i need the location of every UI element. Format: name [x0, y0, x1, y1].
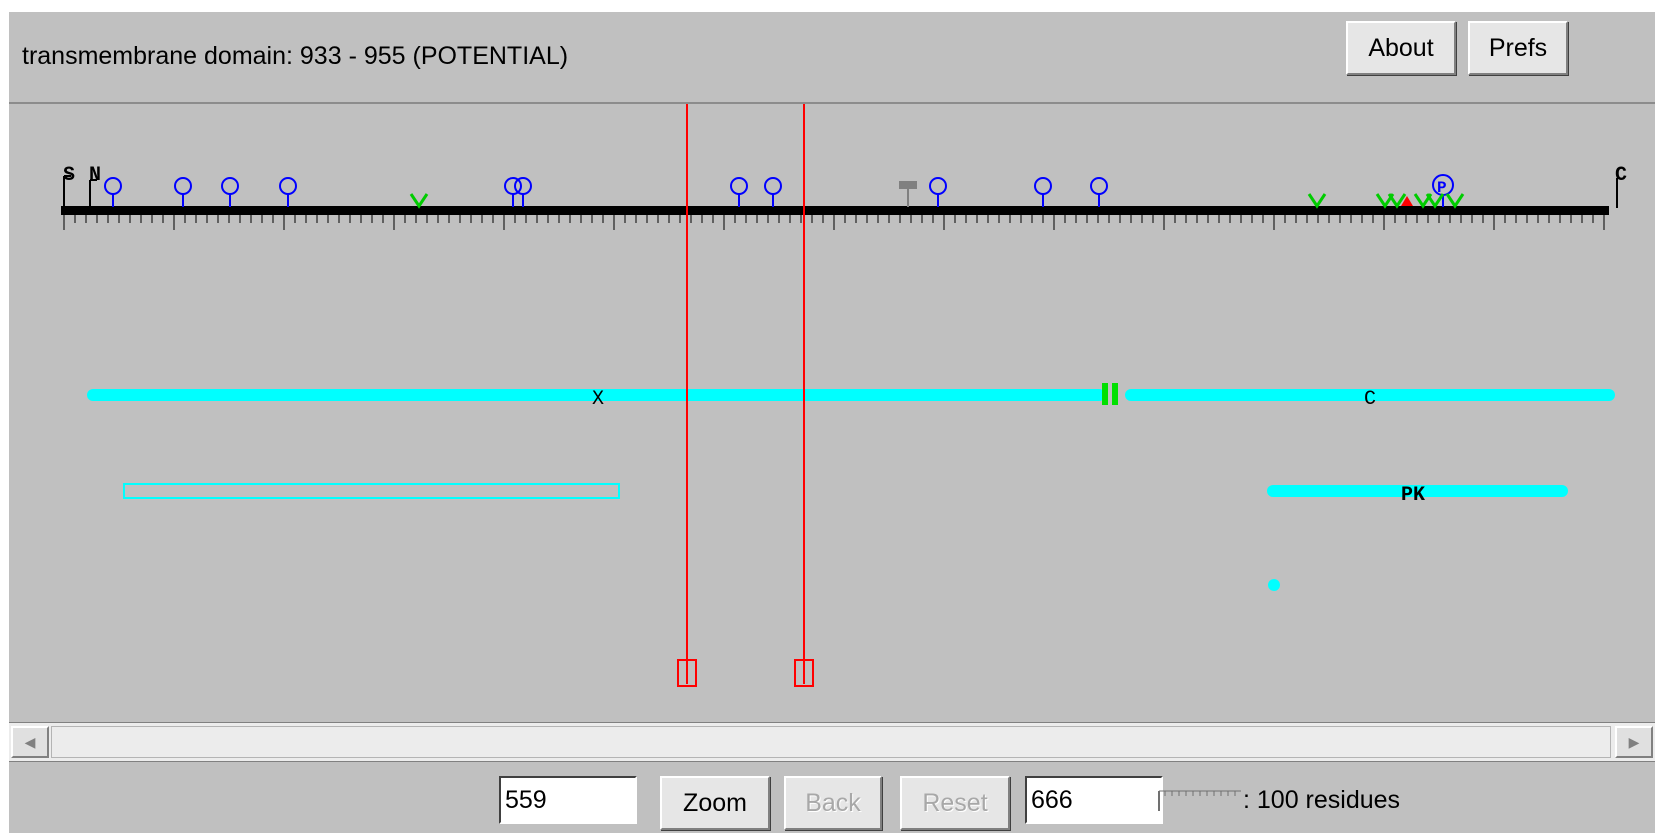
horizontal-scrollbar[interactable]: ◀ ▶: [9, 722, 1655, 762]
back-button[interactable]: Back: [784, 776, 882, 830]
prefs-button[interactable]: Prefs: [1468, 21, 1568, 75]
sequence-map-svg: S N C P X C PK: [61, 104, 1627, 687]
junction-marker-left: [1102, 383, 1108, 405]
glycosylation-site-icon: [1034, 177, 1052, 207]
terminal-label-s: S: [63, 164, 75, 187]
ruler-bar: [61, 206, 1609, 215]
glycosylation-site-icon: [104, 177, 122, 207]
green-v-marker: [409, 193, 429, 209]
domain-track-3: [1268, 579, 1280, 591]
domain-label-x: X: [592, 388, 604, 411]
domain-segment-outline[interactable]: [123, 483, 620, 499]
info-bar: transmembrane domain: 933 - 955 (POTENTI…: [9, 12, 1655, 104]
glycosylation-site-icon: [221, 177, 239, 207]
ruler-ticks: [63, 215, 1605, 230]
glycosylation-site-icon: [1090, 177, 1108, 207]
scroll-left-arrow-icon[interactable]: ◀: [11, 726, 49, 758]
zoom-controls: Zoom Back Reset : 100 residues: [9, 762, 1655, 833]
domain-label-c: C: [1364, 388, 1376, 411]
about-button[interactable]: About: [1346, 21, 1456, 75]
green-v-marker: [1307, 193, 1327, 209]
scroll-right-arrow-icon[interactable]: ▶: [1615, 726, 1653, 758]
scroll-thumb[interactable]: [51, 726, 1611, 758]
glycosylation-site-icon: [764, 177, 782, 207]
zoom-end-input[interactable]: [1025, 776, 1163, 824]
glycosylation-site-icon: [514, 177, 532, 207]
glycosylation-site-icon: [929, 177, 947, 207]
feature-status-text: transmembrane domain: 933 - 955 (POTENTI…: [22, 42, 569, 70]
glycosylation-site-icon: [730, 177, 748, 207]
domain-track-1: X C: [87, 383, 1615, 411]
site-markers: P: [104, 174, 1465, 209]
glycosylation-site-icon: [174, 177, 192, 207]
reset-button[interactable]: Reset: [900, 776, 1010, 830]
scale-key: : 100 residues: [1157, 780, 1400, 820]
scale-label: : 100 residues: [1243, 785, 1401, 814]
terminal-label-c: C: [1615, 164, 1627, 187]
domain-track-2: PK: [123, 483, 1568, 507]
terminal-label-n: N: [89, 164, 101, 187]
glycosylation-site-icon: [279, 177, 297, 207]
sequence-map-canvas[interactable]: S N C P X C PK: [9, 104, 1655, 722]
scale-ruler-icon: [1158, 790, 1241, 811]
zoom-button[interactable]: Zoom: [660, 776, 770, 830]
grey-site-marker-icon: [899, 181, 917, 207]
protein-viewer-window: transmembrane domain: 933 - 955 (POTENTI…: [9, 12, 1655, 833]
domain-dot[interactable]: [1268, 579, 1280, 591]
junction-marker-right: [1112, 383, 1118, 405]
green-v-marker: [1425, 193, 1445, 209]
domain-label-pk: PK: [1401, 484, 1425, 507]
zoom-start-input[interactable]: [499, 776, 637, 824]
green-v-marker: [1445, 193, 1465, 209]
